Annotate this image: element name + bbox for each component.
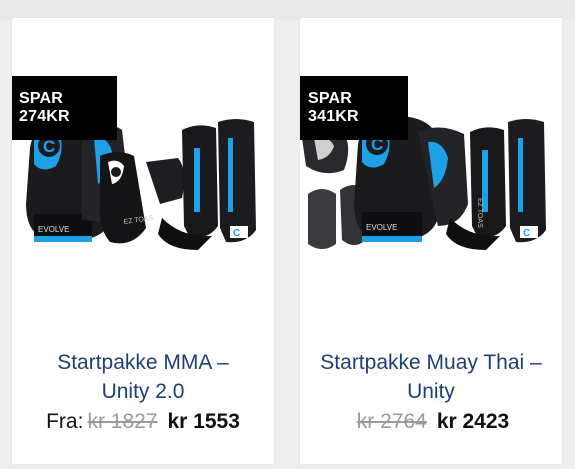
page-background-strip [0,0,575,20]
discount-badge: SPAR 274KR [12,76,117,140]
old-price: kr 1827 [87,410,158,433]
sale-price: kr 2423 [436,410,510,433]
svg-text:C: C [523,228,530,239]
svg-text:EVOLVE: EVOLVE [38,225,69,234]
price-row: kr 2764 kr 2423 [300,410,562,434]
svg-text:EZ TOAS: EZ TOAS [476,198,483,228]
product-title[interactable]: Startpakke MMA – Unity 2.0 [12,348,274,406]
product-title-line[interactable]: Unity [300,377,562,406]
old-price: kr 2764 [356,410,427,433]
svg-text:EVOLVE: EVOLVE [366,223,397,232]
product-card-mma[interactable]: C EVOLVE EZ TOAS C SPAR 274KR Startpakke… [12,18,274,464]
sale-price: kr 1553 [167,410,240,433]
product-card-muay-thai[interactable]: C EVOLVE EZ TOAS C SPAR 341KR Startpakke… [300,18,562,464]
product-title[interactable]: Startpakke Muay Thai – Unity [300,348,562,406]
price-row: Fra: kr 1827 kr 1553 [12,410,274,434]
svg-text:C: C [233,228,240,239]
product-title-line[interactable]: Unity 2.0 [12,377,274,406]
product-title-line[interactable]: Startpakke MMA – [12,348,274,377]
product-title-line[interactable]: Startpakke Muay Thai – [300,348,562,377]
discount-badge: SPAR 341KR [300,76,408,140]
price-prefix: Fra: [46,410,84,433]
